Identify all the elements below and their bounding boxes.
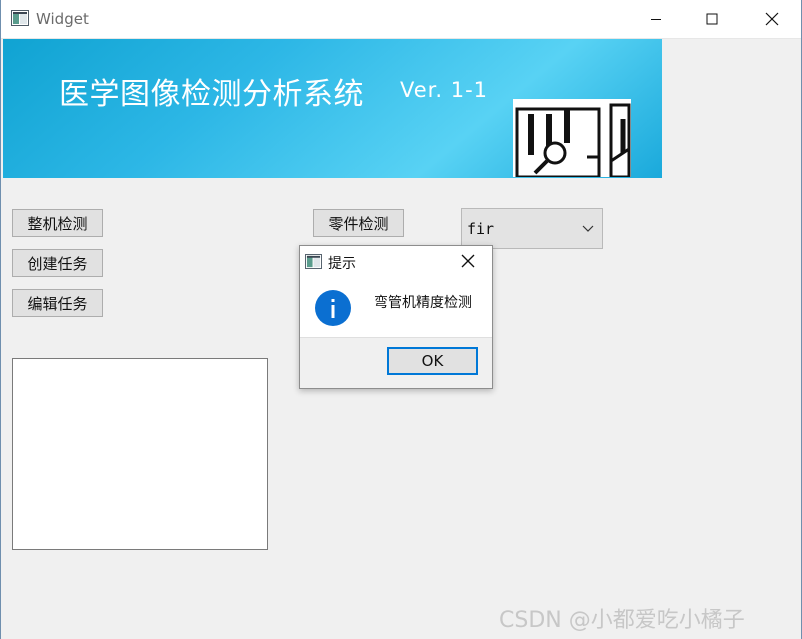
mode-select-value: fir [467,220,495,238]
dialog-footer: OK [300,337,492,388]
dialog-message: 弯管机精度检测 [374,295,472,311]
part-check-button[interactable]: 零件检测 [313,209,404,237]
ok-button[interactable]: OK [387,347,478,375]
create-task-button[interactable]: 创建任务 [12,249,103,277]
chevron-down-icon [582,225,594,232]
close-icon [765,12,779,26]
main-window: Widget 医学图像检测分析系统 Ver. 1-1 整机检测 创建任务 编辑任… [0,0,802,639]
close-window-button[interactable] [744,0,800,38]
header-banner: 医学图像检测分析系统 Ver. 1-1 [3,39,662,178]
document-scan-icon [513,99,631,177]
mode-select[interactable]: fir [461,208,603,249]
close-icon[interactable] [460,253,476,269]
dialog-body: 弯管机精度检测 [300,277,492,337]
maximize-button[interactable] [684,0,740,38]
whole-check-button[interactable]: 整机检测 [12,209,103,237]
dialog-title-bar: 提示 [300,246,492,277]
minimize-icon [651,19,661,20]
title-bar: Widget [1,0,801,39]
result-text-area[interactable] [12,358,268,550]
maximize-icon [706,13,718,25]
banner-version: Ver. 1-1 [400,78,489,102]
dialog-title: 提示 [328,256,356,272]
app-window-icon [305,254,322,269]
banner-title: 医学图像检测分析系统 [59,77,364,112]
app-window-icon [11,10,29,26]
info-icon [315,290,351,326]
prompt-dialog: 提示 弯管机精度检测 OK [299,245,493,389]
minimize-button[interactable] [628,0,684,38]
edit-task-button[interactable]: 编辑任务 [12,289,103,317]
window-title: Widget [36,10,89,28]
watermark: CSDN @小都爱吃小橘子 [499,608,745,633]
